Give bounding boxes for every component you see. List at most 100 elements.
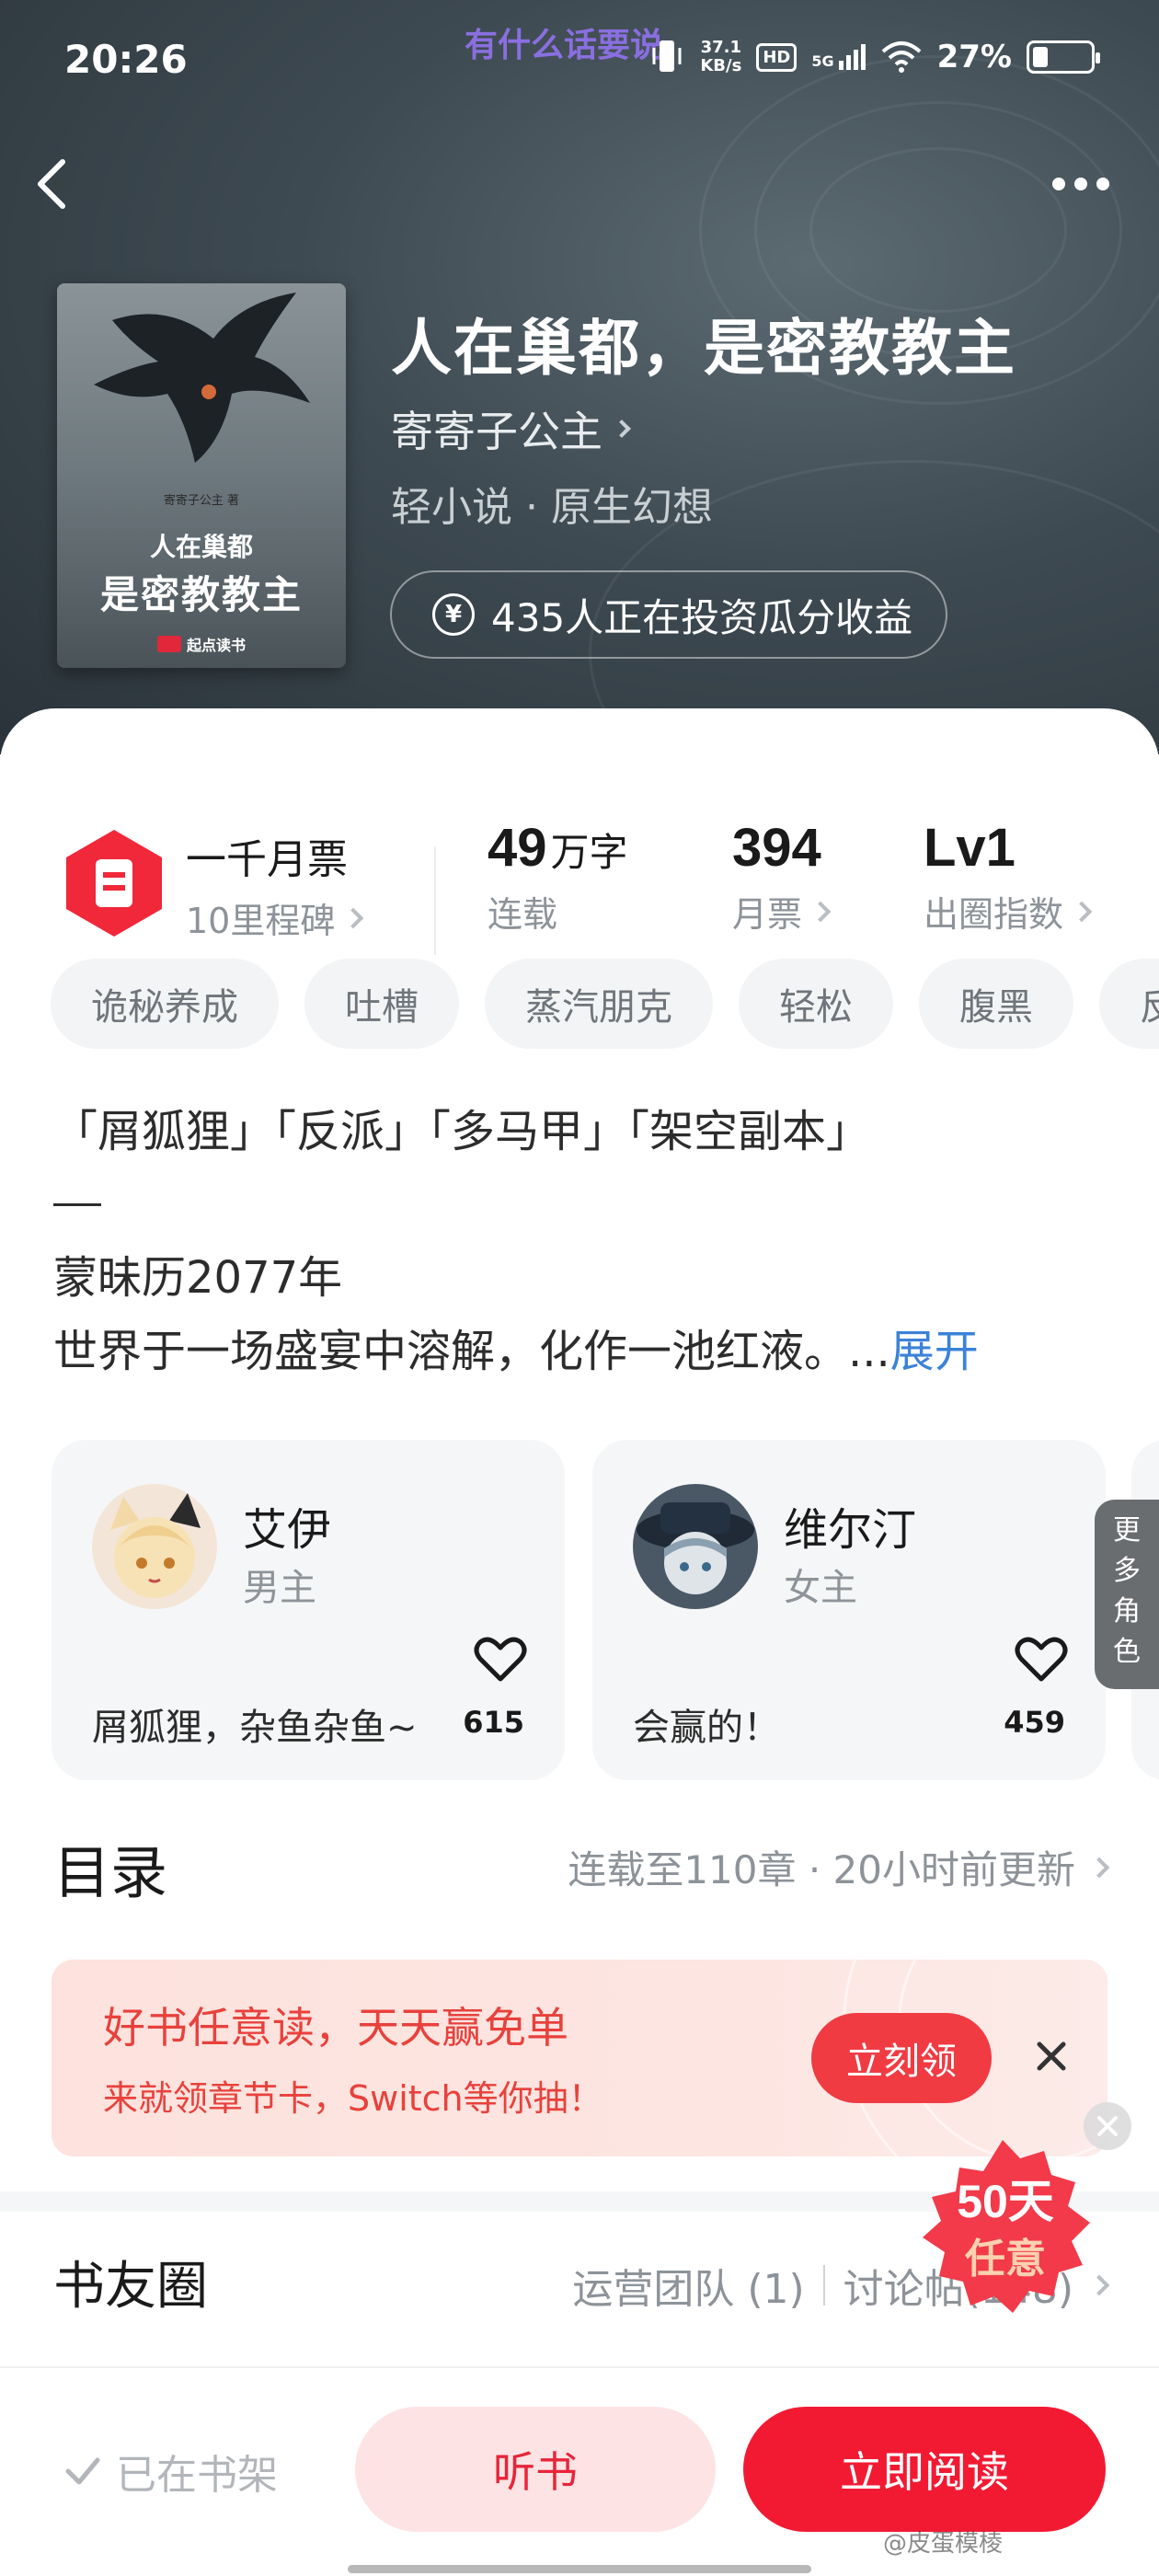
net-speed-value: 37.1 xyxy=(700,38,742,57)
character-avatar xyxy=(92,1484,217,1609)
more-roles-char: 多 xyxy=(1113,1555,1141,1587)
signal-label: 5G xyxy=(811,52,834,70)
battery-percent: 27% xyxy=(936,39,1012,75)
promo-banner[interactable]: 好书任意读，天天赢免单 来就领章节卡，Switch等你抽！ 立刻领 xyxy=(52,1960,1107,2156)
book-title: 人在巢都，是密教教主 xyxy=(391,312,1016,384)
stat-monthly-tickets[interactable]: 394 月票 xyxy=(732,817,832,937)
ops-team-link[interactable]: 运营团队 (1) xyxy=(572,2256,804,2315)
publisher-logo-icon xyxy=(156,636,181,652)
listen-button[interactable]: 听书 xyxy=(355,2407,716,2532)
character-name: 维尔汀 xyxy=(784,1504,917,1556)
cover-title-line1: 人在巢都 xyxy=(149,532,253,562)
more-options-button[interactable] xyxy=(1039,166,1122,202)
book-header: 20:26 有什么话要说 37.1 KB/s HD 5G 27% 寄寄子公主 著… xyxy=(0,0,1159,754)
chevron-right-icon xyxy=(343,907,364,928)
tag-chip[interactable]: 腹黑 xyxy=(919,959,1073,1049)
wifi-icon xyxy=(881,41,921,73)
divider xyxy=(434,846,436,955)
shelf-label: 已在书架 xyxy=(116,2452,278,2499)
badge-line1: 50天 xyxy=(957,2176,1054,2227)
toc-title: 目录 xyxy=(53,1839,168,1906)
character-card[interactable]: 艾伊 男主 屑狐狸，杂鱼杂鱼~ 615 xyxy=(52,1440,565,1780)
words-unit: 万字 xyxy=(550,831,628,874)
tag-chip[interactable]: 诡秘养成 xyxy=(51,959,279,1049)
read-now-button[interactable]: 立即阅读 xyxy=(743,2407,1106,2532)
ticket-sub: 10里程碑 xyxy=(186,892,364,943)
expand-link[interactable]: 展开 xyxy=(890,1326,979,1377)
character-quote: 会赢的！ xyxy=(633,1707,780,1749)
stats-row: 一千月票 10里程碑 49万字 连载 394 月票 Lv1 出圈指数 xyxy=(0,754,1159,955)
invest-button[interactable]: ¥ 435人正在投资瓜分收益 xyxy=(390,570,948,659)
book-author-name: 寄寄子公主 xyxy=(391,407,602,456)
home-indicator[interactable] xyxy=(348,2565,811,2573)
dot-icon xyxy=(1074,178,1087,190)
promo-title: 好书任意读，天天赢免单 xyxy=(103,2003,568,2053)
heart-icon[interactable] xyxy=(1014,1633,1069,1685)
close-icon[interactable] xyxy=(1027,2031,1076,2081)
chevron-right-icon xyxy=(1071,901,1093,922)
promo-badge-50-days[interactable]: 50天 任意 xyxy=(906,2134,1099,2328)
more-roles-button[interactable]: 更 多 角 色 xyxy=(1095,1500,1159,1689)
character-quote: 屑狐狸，杂鱼杂鱼~ xyxy=(92,1707,418,1749)
bottom-action-bar: 已在书架 听书 立即阅读 @皮蛋模棱 xyxy=(0,2366,1159,2576)
in-bookshelf-status[interactable]: 已在书架 xyxy=(63,2442,278,2501)
status-time: 20:26 xyxy=(64,37,188,82)
character-avatar xyxy=(633,1484,758,1609)
chevron-right-icon xyxy=(809,901,832,922)
tag-chip[interactable]: 反 xyxy=(1099,959,1159,1049)
battery-icon xyxy=(1027,40,1100,74)
monthly-label: 月票 xyxy=(732,886,832,937)
character-card[interactable]: 维尔汀 女主 会赢的！ 459 xyxy=(592,1440,1106,1780)
level-value: Lv1 xyxy=(924,818,1016,878)
bg-swirl xyxy=(809,147,1067,313)
book-author-link[interactable]: 寄寄子公主 xyxy=(391,398,631,459)
yen-icon: ¥ xyxy=(432,593,475,636)
comment-marquee[interactable]: 有什么话要说 xyxy=(465,18,663,66)
tag-chip[interactable]: 轻松 xyxy=(739,959,893,1049)
more-roles-char: 更 xyxy=(1113,1514,1141,1547)
words-number: 49 xyxy=(488,818,547,878)
status-icons: 37.1 KB/s HD 5G 27% xyxy=(648,37,1100,77)
divider xyxy=(822,2265,825,2306)
cover-publisher-label: 起点读书 xyxy=(186,637,246,654)
ticket-title: 一千月票 xyxy=(186,836,348,883)
hd-icon: HD xyxy=(756,42,798,72)
signal-icon: 5G xyxy=(811,44,866,70)
description-line: 「屑狐狸」「反派」「多马甲」「架空副本」 xyxy=(53,1106,871,1157)
words-value: 49万字 xyxy=(488,817,628,879)
invest-label: 435人正在投资瓜分收益 xyxy=(491,594,913,640)
dot-icon xyxy=(1052,178,1065,190)
tag-list: 诡秘养成 吐槽 蒸汽朋克 轻松 腹黑 反 xyxy=(51,959,1159,1049)
toc-meta: 连载至110章 · 20小时前更新 xyxy=(568,1839,1110,1895)
level-label-text: 出圈指数 xyxy=(924,894,1064,935)
ticket-sub-label: 10里程碑 xyxy=(186,901,336,941)
toc-meta-text: 连载至110章 · 20小时前更新 xyxy=(568,1847,1075,1892)
chevron-right-icon xyxy=(1088,1857,1110,1878)
description-line: 蒙昧历2077年 xyxy=(53,1252,343,1304)
stat-level[interactable]: Lv1 出圈指数 xyxy=(924,817,1093,937)
tag-chip[interactable]: 吐槽 xyxy=(304,959,459,1049)
description-line: 世界于一场盛宴中溶解，化作一池红液。...展开 xyxy=(53,1315,1120,1388)
cover-title-line2: 是密教教主 xyxy=(99,572,303,617)
monthly-value: 394 xyxy=(732,818,821,878)
tag-chip[interactable]: 蒸汽朋克 xyxy=(485,959,713,1049)
chevron-right-icon xyxy=(613,420,631,438)
table-of-contents[interactable]: 目录 连载至110章 · 20小时前更新 xyxy=(53,1826,1110,1918)
stat-words: 49万字 连载 xyxy=(488,817,628,937)
badge-close-icon[interactable] xyxy=(1084,2102,1131,2150)
heart-icon[interactable] xyxy=(473,1633,528,1685)
cover-publisher: 起点读书 xyxy=(57,633,346,655)
back-icon[interactable] xyxy=(28,147,83,221)
words-label: 连载 xyxy=(488,894,558,935)
character-role: 男主 xyxy=(243,1567,316,1609)
vibrate-icon xyxy=(652,40,682,72)
promo-subtitle: 来就领章节卡，Switch等你抽！ xyxy=(103,2078,603,2119)
book-cover[interactable]: 寄寄子公主 著 人在巢都 是密教教主 起点读书 xyxy=(57,283,346,668)
badge-line2: 任意 xyxy=(965,2236,1046,2283)
promo-claim-button[interactable]: 立刻领 xyxy=(811,2013,992,2103)
description-dash xyxy=(53,1203,101,1206)
check-icon xyxy=(65,2457,100,2485)
book-description[interactable]: 「屑狐狸」「反派」「多马甲」「架空副本」 蒙昧历2077年 世界于一场盛宴中溶解… xyxy=(53,1095,1120,1388)
dot-icon xyxy=(1096,178,1109,190)
ticket-milestone[interactable]: 一千月票 10里程碑 xyxy=(186,826,364,943)
